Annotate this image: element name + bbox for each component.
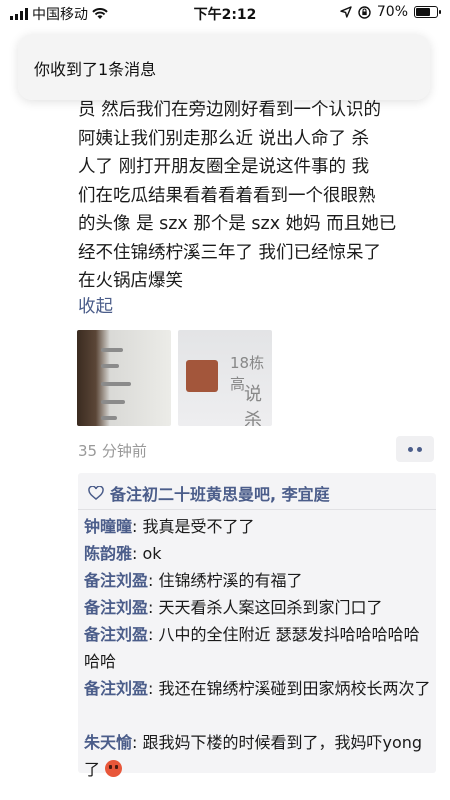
- location-arrow-icon: [340, 6, 352, 18]
- more-options-button[interactable]: [396, 436, 434, 462]
- comment-author[interactable]: 备注刘盈: [84, 625, 148, 644]
- comment-item[interactable]: 陈韵雅: ok: [84, 540, 432, 567]
- dot-icon: [408, 446, 413, 452]
- battery-percent: 70%: [376, 4, 408, 20]
- comment-author[interactable]: 备注刘盈: [84, 571, 148, 590]
- comment-text: 我真是受不了了: [142, 517, 255, 536]
- comment-text: 住锦绣柠溪的有福了: [158, 571, 303, 590]
- comment-text: 天天看杀人案这回杀到家门口了: [158, 598, 383, 617]
- comments-panel: 备注初二十班黄思曼吧, 李宜庭 钟曈曈: 我真是受不了了 陈韵雅: ok 备注刘…: [78, 473, 436, 779]
- comment-author[interactable]: 朱天愉: [84, 733, 132, 752]
- comment-author[interactable]: 陈韵雅: [84, 544, 132, 563]
- comment-author[interactable]: 备注刘盈: [84, 598, 148, 617]
- likes-names[interactable]: 备注初二十班黄思曼吧, 李宜庭: [110, 481, 330, 505]
- comment-item[interactable]: 钟曈曈: 我真是受不了了: [84, 513, 432, 540]
- likes-row: 备注初二十班黄思曼吧, 李宜庭: [88, 481, 330, 505]
- comment-item[interactable]: 备注刘盈: 天天看杀人案这回杀到家门口了: [84, 594, 432, 621]
- collapse-link[interactable]: 收起: [78, 293, 113, 318]
- comment-item[interactable]: 备注刘盈: 八中的全住附近 瑟瑟发抖哈哈哈哈哈哈哈: [84, 621, 432, 675]
- post-text-line: 们在吃瓜结果看着看着看到一个很眼熟: [78, 185, 376, 206]
- battery-icon: [414, 6, 441, 18]
- post-text-line: 在火锅店爆笑: [78, 271, 183, 291]
- post-text-line: 人了 刚打开朋友圈全是说这件事的 我: [78, 157, 370, 177]
- image-avatar: [186, 360, 218, 392]
- comment-item[interactable]: 朱天愉: 跟我妈下楼的时候看到了，我妈吓yong了: [84, 729, 432, 783]
- post-text-line: 员 然后我们在旁边刚好看到一个认识的: [78, 100, 382, 120]
- comment-item[interactable]: 备注刘盈: 住锦绣柠溪的有福了: [84, 567, 432, 594]
- status-right: 70%: [340, 4, 441, 20]
- comment-item[interactable]: 备注刘盈: 我还在锦绣柠溪碰到田家炳校长两次了: [84, 675, 432, 702]
- heart-icon: [88, 486, 104, 500]
- comment-author[interactable]: 备注刘盈: [84, 679, 148, 698]
- post-text-line: 的头像 是 szx 那个是 szx 她妈 而且她已: [78, 214, 397, 234]
- orientation-lock-icon: [358, 5, 371, 19]
- comment-author[interactable]: 钟曈曈: [84, 517, 132, 536]
- post-image-1[interactable]: [77, 330, 171, 426]
- post-text: 员 然后我们在旁边刚好看到一个认识的 阿姨让我们别走那么近 说出人命了 杀人了 刚…: [78, 96, 440, 296]
- image-caption-b: 说杀: [244, 384, 262, 426]
- post-text-line: 阿姨让我们别走那么近 说出人命了 杀: [78, 128, 370, 149]
- notification-banner[interactable]: 你收到了1条消息: [18, 34, 430, 100]
- dot-icon: [417, 446, 422, 452]
- comment-text: 我还在锦绣柠溪碰到田家炳校长两次了: [158, 679, 431, 698]
- post-timestamp: 35 分钟前: [78, 442, 147, 460]
- scared-face-icon: [105, 760, 123, 777]
- post-image-2[interactable]: 18栋高 说杀: [178, 330, 272, 426]
- notification-text: 你收到了1条消息: [34, 60, 157, 79]
- status-bar: 中国移动 下午2:12 70%: [0, 0, 450, 26]
- comment-text: 跟我妈下楼的时候看到了，我妈吓yong了: [84, 733, 423, 779]
- divider: [78, 509, 436, 510]
- post-text-line: 经不住锦绣柠溪三年了 我们已经惊呆了: [78, 242, 382, 263]
- comment-text: ok: [142, 544, 162, 563]
